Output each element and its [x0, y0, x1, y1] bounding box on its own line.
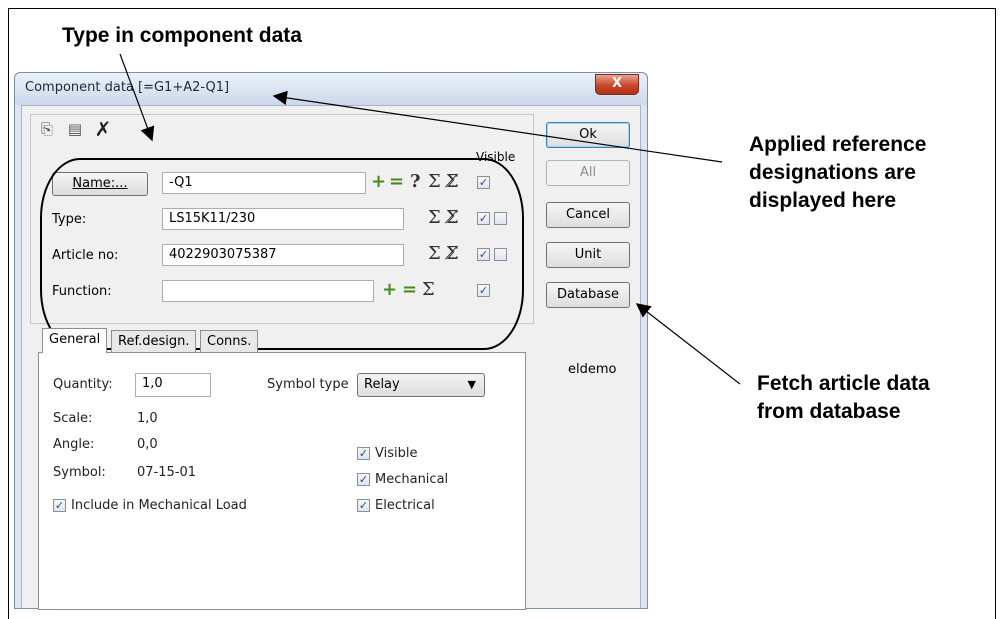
callout-reference-designations: Applied reference designations are displ… — [749, 131, 926, 215]
quantity-label: Quantity: — [53, 377, 113, 392]
add-icon[interactable]: + — [371, 172, 386, 192]
sigma-check-icon[interactable]: Σ̸ — [446, 208, 459, 228]
function-visible-checkbox[interactable]: ✓ — [477, 284, 490, 297]
tab-conns[interactable]: Conns. — [200, 330, 259, 353]
tab-general[interactable]: General — [42, 328, 108, 353]
type-label: Type: — [52, 212, 87, 227]
callout-top-text: Type in component data — [62, 24, 302, 47]
database-name: eldemo — [568, 362, 617, 377]
sigma-icon[interactable]: Σ — [428, 172, 441, 192]
equals-icon[interactable]: = — [389, 172, 404, 192]
include-mechanical-load-checkbox[interactable]: ✓ — [53, 499, 66, 512]
close-icon: X — [611, 76, 623, 91]
quantity-field[interactable]: 1,0 — [135, 373, 211, 397]
angle-label: Angle: — [53, 437, 95, 452]
cancel-button-label: Cancel — [565, 207, 611, 222]
equals-icon[interactable]: = — [402, 280, 417, 300]
callout-type-in-data: Type in component data — [62, 22, 302, 50]
name-button-label: Name:... — [72, 176, 128, 191]
symbol-type-select[interactable]: Relay ▼ — [357, 373, 485, 397]
copy-icon[interactable]: ⎘ — [38, 120, 56, 138]
sigma-icon[interactable]: Σ — [428, 208, 441, 228]
chevron-down-icon: ▼ — [467, 378, 476, 391]
symbol-type-label: Symbol type — [267, 377, 349, 392]
field-toolbar: ⎘ ▤ ✗ — [38, 119, 112, 139]
dialog-client-area: ⎘ ▤ ✗ Visible Name:... -Q1 + = ? Σ Σ̸ ✓ … — [21, 105, 641, 610]
visible-header: Visible — [476, 150, 516, 164]
add-icon[interactable]: + — [382, 280, 397, 300]
scale-value: 1,0 — [137, 411, 158, 426]
article-visible-checkbox[interactable]: ✓ — [477, 248, 490, 261]
callout-line: from database — [757, 400, 901, 423]
article-extra-checkbox[interactable]: ✓ — [494, 248, 507, 261]
symbol-type-value: Relay — [364, 377, 400, 392]
scale-label: Scale: — [53, 411, 93, 426]
electrical-label: Electrical — [375, 498, 435, 513]
article-field[interactable]: 4022903075387 — [162, 244, 404, 266]
angle-value: 0,0 — [137, 437, 158, 452]
unit-button[interactable]: Unit — [546, 242, 630, 268]
all-button[interactable]: All — [546, 160, 630, 186]
callout-line: designations are — [749, 161, 916, 184]
type-field[interactable]: LS15K11/230 — [162, 208, 404, 230]
function-field[interactable] — [162, 280, 374, 302]
symbol-value: 07-15-01 — [137, 465, 197, 480]
component-data-dialog: Component data [=G1+A2-Q1] X ⎘ ▤ ✗ Visib… — [14, 72, 648, 610]
sigma-icon[interactable]: Σ — [422, 280, 435, 300]
cancel-button[interactable]: Cancel — [546, 202, 630, 228]
name-button[interactable]: Name:... — [52, 172, 148, 196]
name-visible-checkbox[interactable]: ✓ — [477, 176, 490, 189]
type-visible-checkbox[interactable]: ✓ — [477, 212, 490, 225]
paste-icon[interactable]: ▤ — [66, 120, 84, 138]
visible-label: Visible — [375, 446, 418, 461]
sigma-check-icon[interactable]: Σ̸ — [446, 172, 459, 192]
type-extra-checkbox[interactable]: ✓ — [494, 212, 507, 225]
general-tab-panel: Quantity: 1,0 Symbol type Relay ▼ Scale:… — [38, 352, 526, 610]
electrical-checkbox[interactable]: ✓ — [357, 499, 370, 512]
article-label: Article no: — [52, 248, 119, 263]
callout-fetch-database: Fetch article data from database — [757, 370, 930, 426]
include-mechanical-load-label: Include in Mechanical Load — [71, 498, 247, 513]
tab-ref-design[interactable]: Ref.design. — [111, 330, 197, 353]
callout-line: Fetch article data — [757, 372, 930, 395]
name-field[interactable]: -Q1 — [162, 172, 366, 194]
function-label: Function: — [52, 284, 112, 299]
question-icon[interactable]: ? — [410, 172, 421, 192]
tab-area: General Ref.design. Conns. Quantity: 1,0… — [38, 328, 526, 610]
ok-button[interactable]: Ok — [546, 122, 630, 148]
callout-line: Applied reference — [749, 133, 927, 156]
database-button[interactable]: Database — [546, 282, 630, 308]
title-bar[interactable]: Component data [=G1+A2-Q1] X — [15, 73, 647, 105]
sigma-check-icon[interactable]: Σ̸ — [446, 244, 459, 264]
symbol-label: Symbol: — [53, 465, 106, 480]
dialog-title: Component data [=G1+A2-Q1] — [25, 80, 230, 95]
mechanical-checkbox[interactable]: ✓ — [357, 473, 370, 486]
visible-checkbox[interactable]: ✓ — [357, 447, 370, 460]
cut-icon[interactable]: ✗ — [94, 119, 112, 139]
sigma-icon[interactable]: Σ — [428, 244, 441, 264]
callout-line: displayed here — [749, 189, 897, 212]
mechanical-label: Mechanical — [375, 472, 449, 487]
close-button[interactable]: X — [595, 74, 639, 95]
